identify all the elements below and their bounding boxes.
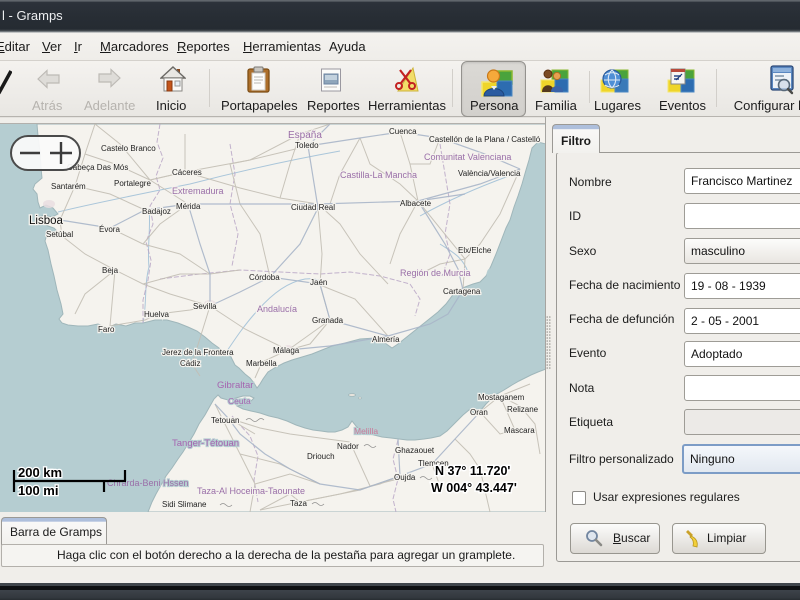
svg-text:N 37° 11.720': N 37° 11.720' — [435, 464, 510, 478]
svg-text:Sidi Slimane: Sidi Slimane — [162, 500, 207, 509]
svg-text:Jerez de la Frontera: Jerez de la Frontera — [162, 348, 234, 357]
svg-text:Chrarda-Beni Hssen: Chrarda-Beni Hssen — [107, 478, 189, 488]
svg-text:Elx/Elche: Elx/Elche — [458, 246, 492, 255]
svg-text:Castellón de la Plana / Castel: Castellón de la Plana / Castelló — [429, 135, 541, 144]
svg-text:Taza-Al Hoceima-Taounate: Taza-Al Hoceima-Taounate — [197, 486, 305, 496]
svg-text:200 km: 200 km — [18, 465, 62, 480]
svg-text:Oujda: Oujda — [394, 473, 416, 482]
svg-text:Marbella: Marbella — [246, 359, 277, 368]
svg-text:Almería: Almería — [372, 335, 400, 344]
svg-text:Setúbal: Setúbal — [46, 230, 73, 239]
svg-text:W 004° 43.447': W 004° 43.447' — [431, 481, 517, 495]
svg-text:Évora: Évora — [99, 225, 120, 234]
svg-text:Gibraltar: Gibraltar — [217, 380, 253, 391]
svg-text:Ciudad Real: Ciudad Real — [291, 203, 335, 212]
svg-text:Sevilla: Sevilla — [193, 302, 217, 311]
svg-text:Oran: Oran — [470, 408, 488, 417]
svg-text:Tanger-Tétouan: Tanger-Tétouan — [172, 438, 239, 449]
svg-text:Toledo: Toledo — [295, 141, 319, 150]
svg-text:València/Valencia: València/Valencia — [458, 169, 521, 178]
svg-text:100 mi: 100 mi — [18, 483, 58, 498]
svg-text:Mascara: Mascara — [504, 426, 535, 435]
svg-text:Albacete: Albacete — [400, 199, 432, 208]
svg-text:España: España — [288, 130, 322, 141]
svg-text:Taza: Taza — [290, 499, 307, 508]
svg-text:Castilla-La Mancha: Castilla-La Mancha — [340, 170, 417, 180]
svg-text:Cádiz: Cádiz — [180, 359, 200, 368]
svg-text:Beja: Beja — [102, 266, 119, 275]
svg-text:Granada: Granada — [312, 316, 344, 325]
svg-text:Relizane: Relizane — [507, 405, 539, 414]
svg-text:Córdoba: Córdoba — [249, 273, 280, 282]
svg-text:Jaén: Jaén — [310, 278, 327, 287]
svg-text:Santarém: Santarém — [51, 182, 86, 191]
svg-text:Badajoz: Badajoz — [142, 207, 171, 216]
svg-text:Cartagena: Cartagena — [443, 287, 481, 296]
svg-text:Ceuta: Ceuta — [228, 396, 251, 406]
svg-text:Huelva: Huelva — [144, 310, 169, 319]
svg-text:Nador: Nador — [337, 442, 359, 451]
svg-text:Andalucía: Andalucía — [257, 304, 297, 314]
svg-text:Portalegre: Portalegre — [114, 179, 151, 188]
svg-text:Extremadura: Extremadura — [172, 186, 224, 196]
svg-text:Driouch: Driouch — [307, 452, 335, 461]
svg-text:Cuenca: Cuenca — [389, 127, 417, 136]
svg-text:Castelo Branco: Castelo Branco — [101, 144, 156, 153]
svg-text:Ghazaouet: Ghazaouet — [395, 446, 435, 455]
svg-text:Mostaganem: Mostaganem — [478, 393, 525, 402]
svg-text:Málaga: Málaga — [273, 346, 300, 355]
svg-text:Cáceres: Cáceres — [172, 168, 202, 177]
svg-text:Melilla: Melilla — [354, 426, 378, 436]
svg-text:Faro: Faro — [98, 325, 115, 334]
svg-text:Región de Murcia: Región de Murcia — [400, 268, 471, 278]
svg-text:Lisboa: Lisboa — [29, 215, 63, 227]
svg-text:Mérida: Mérida — [176, 202, 201, 211]
svg-text:Comunitat Valenciana: Comunitat Valenciana — [424, 152, 511, 162]
svg-text:Tetouan: Tetouan — [211, 416, 239, 425]
